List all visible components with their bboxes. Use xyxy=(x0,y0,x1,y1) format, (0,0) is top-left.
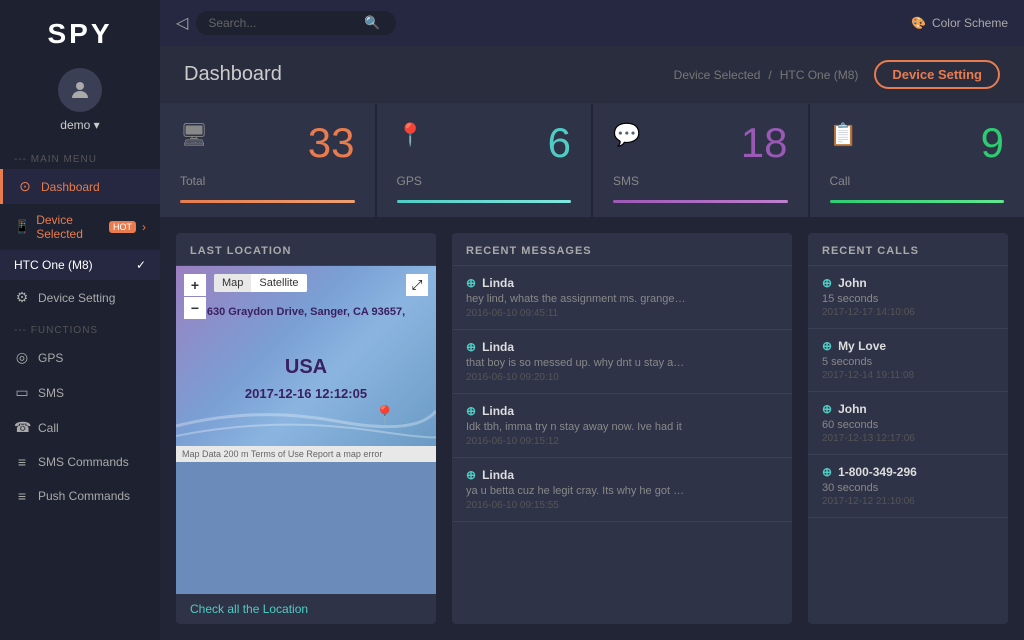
list-item[interactable]: ⊕1-800-349-296 30 seconds 2017-12-12 21:… xyxy=(808,455,1008,518)
sidebar-item-push-commands[interactable]: ≡ Push Commands xyxy=(0,479,160,513)
user-avatar-section: demo ▾ xyxy=(0,60,160,144)
username: demo ▾ xyxy=(60,118,99,132)
push-commands-icon: ≡ xyxy=(14,488,30,504)
contact-icon: ⊕ xyxy=(466,340,476,354)
zoom-in-button[interactable]: + xyxy=(184,274,206,296)
call-bar xyxy=(830,200,1005,203)
sms-value: 18 xyxy=(741,122,788,164)
sidebar-item-gps[interactable]: ◎ GPS xyxy=(0,340,160,375)
contact-icon: ⊕ xyxy=(822,276,832,290)
location-icon: 📍 xyxy=(397,122,424,148)
content-panels: LAST LOCATION + − Map Satellite xyxy=(160,217,1024,640)
checkmark-icon: ✓ xyxy=(136,258,146,272)
sidebar-item-device-setting[interactable]: ⚙ Device Setting xyxy=(0,280,160,315)
message-icon: 💬 xyxy=(613,122,640,148)
list-item[interactable]: ⊕Linda ya u betta cuz he legit cray. Its… xyxy=(452,458,792,522)
map-footer: Map Data 200 m Terms of Use Report a map… xyxy=(176,446,436,462)
sms-commands-icon: ≡ xyxy=(14,454,30,470)
hot-badge: HOT xyxy=(109,221,136,233)
call-label: Call xyxy=(830,174,1005,188)
map-address: 630 Graydon Drive, Sanger, CA 93657, xyxy=(176,306,436,318)
list-item[interactable]: ⊕Linda hey lind, whats the assignment ms… xyxy=(452,266,792,330)
list-item[interactable]: ⊕John 15 seconds 2017-12-17 14:10:06 xyxy=(808,266,1008,329)
list-item[interactable]: ⊕John 60 seconds 2017-12-13 12:17:06 xyxy=(808,392,1008,455)
search-icon: 🔍 xyxy=(364,15,380,31)
check-location-link[interactable]: Check all the Location xyxy=(176,594,436,624)
contact-icon: ⊕ xyxy=(822,339,832,353)
phone-icon: 📱 xyxy=(14,219,30,235)
topbar-right: 🎨 Color Scheme xyxy=(911,16,1008,30)
monitor-icon: 🖥 xyxy=(180,122,208,148)
recent-messages-header: RECENT MESSAGES xyxy=(452,233,792,266)
topbar-left: ◁ 🔍 xyxy=(176,11,396,35)
map-datetime: 2017-12-16 12:12:05 xyxy=(176,386,436,401)
sidebar-item-dashboard[interactable]: ⊙ Dashboard xyxy=(0,169,160,204)
satellite-view-button[interactable]: Satellite xyxy=(251,274,306,292)
app-logo: SPY xyxy=(0,0,160,60)
stat-card-call: 📋 9 Call xyxy=(810,104,1024,217)
sidebar-item-device-name[interactable]: HTC One (M8) ✓ xyxy=(0,250,160,280)
sidebar-item-sms[interactable]: ▭ SMS xyxy=(0,375,160,410)
gps-bar xyxy=(397,200,572,203)
list-item[interactable]: ⊕Linda Idk tbh, imma try n stay away now… xyxy=(452,394,792,458)
contact-icon: ⊕ xyxy=(466,404,476,418)
call-icon: ☎ xyxy=(14,419,30,436)
sidebar-item-sms-commands[interactable]: ≡ SMS Commands xyxy=(0,445,160,479)
device-setting-button[interactable]: Device Setting xyxy=(874,60,1000,89)
sms-bar xyxy=(613,200,788,203)
total-bar xyxy=(180,200,355,203)
gear-icon: ⚙ xyxy=(14,289,30,306)
map-background: + − Map Satellite ⤢ 630 Graydon Drive, S… xyxy=(176,266,436,446)
main-content: ◁ 🔍 🎨 Color Scheme Dashboard Device Sele… xyxy=(160,0,1024,640)
fullscreen-button[interactable]: ⤢ xyxy=(406,274,428,296)
page-title: Dashboard xyxy=(184,63,282,86)
topbar: ◁ 🔍 🎨 Color Scheme xyxy=(160,0,1024,46)
stat-card-total: 🖥 33 Total xyxy=(160,104,375,217)
main-menu-label: --- MAIN MENU xyxy=(0,144,160,169)
recent-messages-panel: RECENT MESSAGES ⊕Linda hey lind, whats t… xyxy=(452,233,792,624)
contact-icon: ⊕ xyxy=(822,402,832,416)
gps-value: 6 xyxy=(548,122,571,164)
last-location-panel: LAST LOCATION + − Map Satellite xyxy=(176,233,436,624)
contact-icon: ⊕ xyxy=(822,465,832,479)
dashboard-icon: ⊙ xyxy=(17,178,33,195)
call-stat-icon: 📋 xyxy=(830,122,857,148)
total-label: Total xyxy=(180,174,355,188)
list-item[interactable]: ⊕Linda that boy is so messed up. why dnt… xyxy=(452,330,792,394)
back-button[interactable]: ◁ xyxy=(176,13,188,33)
total-value: 33 xyxy=(308,122,355,164)
list-item[interactable]: ⊕My Love 5 seconds 2017-12-14 19:11:08 xyxy=(808,329,1008,392)
last-location-header: LAST LOCATION xyxy=(176,233,436,266)
gps-label: GPS xyxy=(397,174,572,188)
avatar xyxy=(58,68,102,112)
gps-icon: ◎ xyxy=(14,349,30,366)
map-container: + − Map Satellite ⤢ 630 Graydon Drive, S… xyxy=(176,266,436,594)
page-header: Dashboard Device Selected / HTC One (M8)… xyxy=(160,46,1024,104)
sms-icon: ▭ xyxy=(14,384,30,401)
stat-card-sms: 💬 18 SMS xyxy=(593,104,808,217)
sidebar-item-device-selected[interactable]: 📱 Device Selected HOT › xyxy=(0,204,160,250)
recent-calls-header: RECENT CALLS xyxy=(808,233,1008,266)
functions-label: --- FUNCTIONS xyxy=(0,315,160,340)
sidebar-item-call[interactable]: ☎ Call xyxy=(0,410,160,445)
stats-row: 🖥 33 Total 📍 6 GPS 💬 18 SMS 📋 xyxy=(160,104,1024,217)
map-view-button[interactable]: Map xyxy=(214,274,251,292)
recent-calls-panel: RECENT CALLS ⊕John 15 seconds 2017-12-17… xyxy=(808,233,1008,624)
contact-icon: ⊕ xyxy=(466,276,476,290)
stat-card-gps: 📍 6 GPS xyxy=(377,104,592,217)
map-country: USA xyxy=(176,356,436,379)
map-pin-icon: 📍 xyxy=(374,405,396,426)
contact-icon: ⊕ xyxy=(466,468,476,482)
sidebar: SPY demo ▾ --- MAIN MENU ⊙ Dashboard 📱 D… xyxy=(0,0,160,640)
sms-label: SMS xyxy=(613,174,788,188)
chevron-right-icon: › xyxy=(142,220,146,234)
map-type-buttons: Map Satellite xyxy=(214,274,307,292)
breadcrumb: Device Selected / HTC One (M8) xyxy=(674,68,859,82)
call-value: 9 xyxy=(981,122,1004,164)
search-box: 🔍 xyxy=(196,11,396,35)
search-input[interactable] xyxy=(208,16,358,30)
color-wheel-icon: 🎨 xyxy=(911,16,926,30)
